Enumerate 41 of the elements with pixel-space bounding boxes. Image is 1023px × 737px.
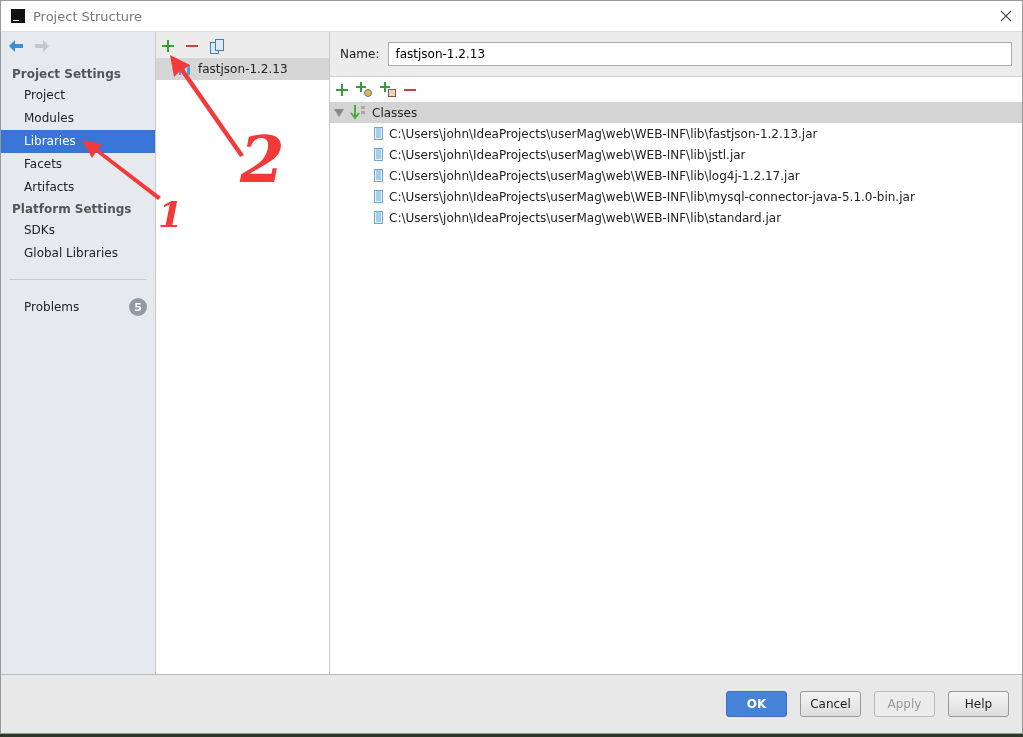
dialog-button[interactable]: Help: [948, 691, 1009, 717]
jar-file-icon: [374, 169, 383, 182]
jar-path[interactable]: C:\Users\john\IdeaProjects\userMag\web\WEB-INF\lib\log4j-1.2.17.jar: [389, 168, 800, 183]
dialog-button[interactable]: Cancel: [800, 691, 861, 717]
app-logo-icon: [11, 9, 25, 23]
sidebar-item[interactable]: SDKs: [1, 219, 155, 242]
library-item[interactable]: fastjson-1.2.13: [156, 58, 329, 80]
name-label: Name:: [340, 47, 380, 61]
add-icon[interactable]: [336, 83, 348, 96]
jar-path[interactable]: C:\Users\john\IdeaProjects\userMag\web\WEB-INF\lib\standard.jar: [389, 210, 782, 225]
jar-file-icon: [374, 190, 383, 203]
sidebar-item[interactable]: Libraries: [1, 130, 155, 153]
jar-path[interactable]: C:\Users\john\IdeaProjects\userMag\web\WEB-INF\lib\fastjson-1.2.13.jar: [389, 126, 818, 141]
name-field[interactable]: fastjson-1.2.13: [388, 42, 1012, 66]
jar-path[interactable]: C:\Users\john\IdeaProjects\userMag\web\WEB-INF\lib\jstl.jar: [389, 147, 746, 162]
sidebar-item[interactable]: Project: [1, 84, 155, 107]
dialog-button[interactable]: OK: [726, 691, 787, 717]
jar-file-icon: [374, 148, 383, 161]
back-arrow-icon[interactable]: [9, 40, 23, 52]
add-with-dot-icon[interactable]: [356, 82, 372, 97]
tree-node[interactable]: Classes: [330, 102, 1022, 123]
close-icon[interactable]: [1000, 10, 1012, 22]
expand-triangle-icon[interactable]: [334, 108, 344, 117]
sidebar-item[interactable]: Global Libraries: [1, 242, 155, 265]
section-heading: Project Settings: [11, 66, 122, 83]
classes-icon: [350, 104, 366, 121]
problem-count-badge: 5: [129, 298, 147, 316]
problems-item[interactable]: Problems: [24, 300, 80, 314]
annotation-number: 1: [158, 196, 184, 232]
sidebar-item[interactable]: Modules: [1, 107, 155, 130]
jar-path[interactable]: C:\Users\john\IdeaProjects\userMag\web\WEB-INF\lib\mysql-connector-java-5.1.0-bin.jar: [389, 189, 915, 204]
jar-file-icon: [374, 127, 383, 140]
section-heading: Platform Settings: [11, 201, 133, 218]
jar-file-icon: [374, 211, 383, 224]
add-icon[interactable]: [162, 40, 174, 52]
sidebar-item[interactable]: Artifacts: [1, 176, 155, 199]
add-with-box-icon[interactable]: [380, 82, 396, 97]
window-title: Project Structure: [33, 8, 144, 24]
copy-icon[interactable]: [210, 38, 224, 54]
annotation-number: 2: [240, 128, 285, 192]
sidebar-item[interactable]: Facets: [1, 153, 155, 176]
